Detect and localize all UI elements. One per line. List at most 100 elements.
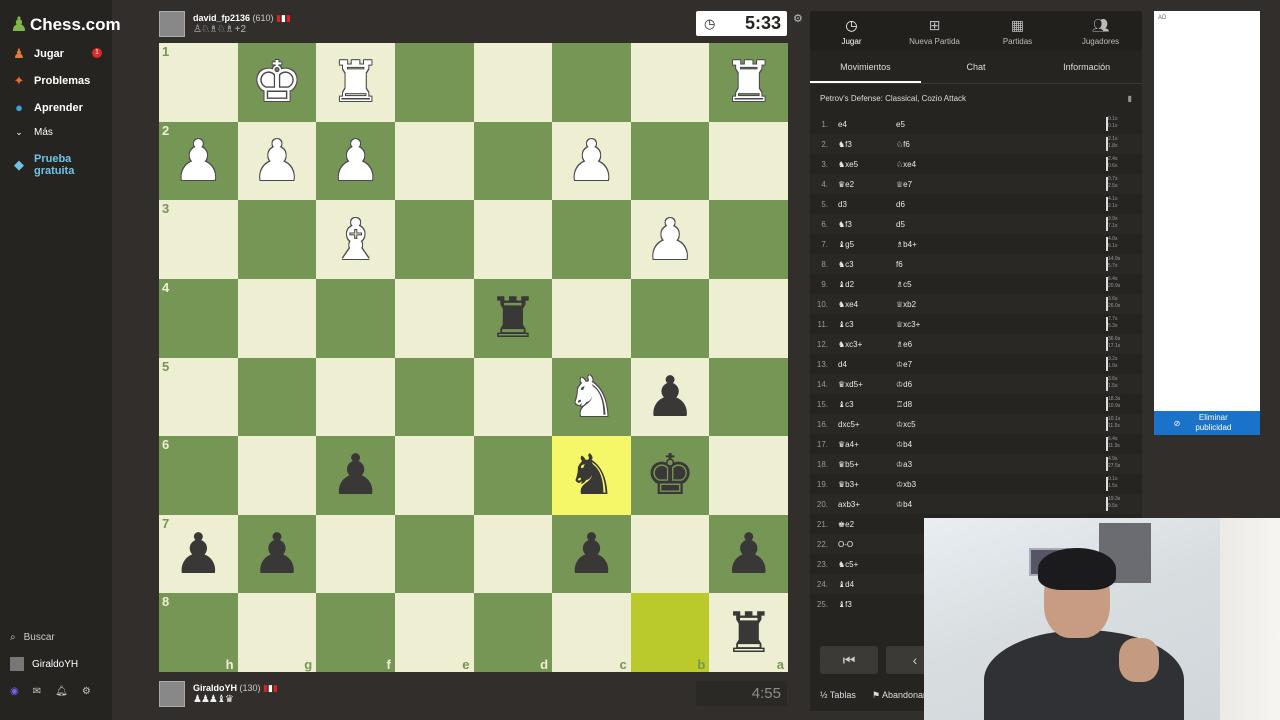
tab-players[interactable]: 👥︎ Jugadores xyxy=(1059,11,1142,51)
square-c2[interactable]: ♟ xyxy=(552,121,631,201)
remove-ads-button[interactable]: ⊘ Eliminar publicidad xyxy=(1154,411,1260,435)
ad-banner[interactable]: AD ⊘ Eliminar publicidad xyxy=(1154,11,1260,435)
square-g6[interactable] xyxy=(237,436,317,515)
black-king-piece[interactable]: ♚ xyxy=(645,447,695,503)
square-b2[interactable] xyxy=(630,121,710,201)
draw-button[interactable]: ½ Tablas xyxy=(820,690,856,700)
square-d3[interactable] xyxy=(473,200,553,279)
square-c6[interactable]: ♞ xyxy=(552,436,631,515)
square-e7[interactable] xyxy=(394,514,474,594)
white-move[interactable]: O-O xyxy=(834,540,896,549)
black-move[interactable]: f6 xyxy=(896,260,1056,269)
tab-games[interactable]: ▦ Partidas xyxy=(976,11,1059,51)
square-e5[interactable] xyxy=(394,357,474,437)
black-rook-piece[interactable]: ♜ xyxy=(488,290,538,346)
black-pawn-piece[interactable]: ♟ xyxy=(173,526,223,582)
square-h5[interactable]: 5 xyxy=(159,357,238,437)
square-f4[interactable] xyxy=(316,278,395,358)
resign-button[interactable]: ⚑ Abandonar xyxy=(872,690,926,701)
white-rook-piece[interactable]: ♜ xyxy=(724,54,774,110)
opponent-avatar[interactable] xyxy=(159,11,185,37)
black-move[interactable]: ♔a3 xyxy=(896,460,1056,469)
black-move[interactable]: ♔d6 xyxy=(896,380,1056,389)
black-move[interactable]: ♕xb2 xyxy=(896,300,1056,309)
black-move[interactable]: d5 xyxy=(896,220,1056,229)
square-h7[interactable]: 7 ♟ xyxy=(159,514,238,594)
black-move[interactable]: ♗b4+ xyxy=(896,240,1056,249)
sidebar-item-free-trial[interactable]: ◆ Prueba gratuita xyxy=(12,153,84,177)
square-c3[interactable] xyxy=(552,200,631,279)
square-h3[interactable]: 3 xyxy=(159,200,238,279)
black-pawn-piece[interactable]: ♟ xyxy=(330,447,380,503)
square-d7[interactable] xyxy=(473,514,553,594)
chess-board[interactable]: 1 ♚ ♜ ♜ 2 ♟ ♟ ♟ ♟ 3 ♝ ♟ 4 ♜ 5 ♞ ♟ 6 ♟ ♞ ♚ 7 ♟ ♟ ♟ ♟ 8 h g f e d c b a ♜ xyxy=(159,43,788,672)
gear-icon[interactable]: ⚙ xyxy=(82,686,91,697)
white-pawn-piece[interactable]: ♟ xyxy=(252,132,302,189)
square-f8[interactable]: f xyxy=(316,593,395,672)
square-c1[interactable] xyxy=(552,43,631,122)
square-d4[interactable]: ♜ xyxy=(473,278,553,358)
square-g8[interactable]: g xyxy=(237,593,317,672)
square-d1[interactable] xyxy=(473,43,553,122)
white-move[interactable]: ♛b3+ xyxy=(834,480,896,489)
square-b7[interactable] xyxy=(630,514,710,594)
player-name[interactable]: GiraldoYH xyxy=(193,683,237,693)
square-a4[interactable] xyxy=(709,278,788,358)
square-f7[interactable] xyxy=(316,514,395,594)
white-bishop-piece[interactable]: ♝ xyxy=(330,211,380,268)
square-a5[interactable] xyxy=(709,357,788,437)
black-move[interactable]: ♔b4 xyxy=(896,440,1056,449)
white-move[interactable]: ♞xe4 xyxy=(834,300,896,309)
square-e3[interactable] xyxy=(394,200,474,279)
square-e8[interactable]: e xyxy=(394,593,474,672)
opening-name[interactable]: Petrov's Defense: Classical, Cozio Attac… xyxy=(810,84,1142,114)
tab-chat[interactable]: Chat xyxy=(921,51,1032,83)
black-move[interactable]: ♗e6 xyxy=(896,340,1056,349)
sidebar-item-more[interactable]: ⌄ Más xyxy=(12,127,53,138)
square-h1[interactable]: 1 xyxy=(159,43,238,122)
black-move[interactable]: ♘xe4 xyxy=(896,160,1056,169)
square-d6[interactable] xyxy=(473,436,553,515)
white-move[interactable]: ♝c3 xyxy=(834,320,896,329)
square-b5[interactable]: ♟ xyxy=(630,357,710,437)
white-move[interactable]: e4 xyxy=(834,120,896,129)
book-icon[interactable]: ▮ xyxy=(1128,84,1132,114)
square-h6[interactable]: 6 xyxy=(159,436,238,515)
square-f6[interactable]: ♟ xyxy=(316,436,395,515)
black-pawn-piece[interactable]: ♟ xyxy=(252,526,302,582)
square-a6[interactable] xyxy=(709,436,788,515)
square-b1[interactable] xyxy=(630,43,710,122)
white-move[interactable]: ♚e2 xyxy=(834,520,896,529)
square-b4[interactable] xyxy=(630,278,710,358)
white-move[interactable]: ♞c5+ xyxy=(834,560,896,569)
white-move[interactable]: ♝d4 xyxy=(834,580,896,589)
square-h8[interactable]: 8h xyxy=(159,593,238,672)
white-move[interactable]: ♝f3 xyxy=(834,600,896,609)
black-move[interactable]: ♘f6 xyxy=(896,140,1056,149)
square-a7[interactable]: ♟ xyxy=(709,514,788,594)
black-move[interactable]: ♔xc5 xyxy=(896,420,1056,429)
user-link[interactable]: GiraldoYH xyxy=(10,657,78,671)
opponent-name[interactable]: david_fp2136 xyxy=(193,13,250,23)
square-a8[interactable]: a ♜ xyxy=(709,593,788,672)
square-d5[interactable] xyxy=(473,357,553,437)
square-d2[interactable] xyxy=(473,121,553,201)
sidebar-item-learn[interactable]: ● Aprender xyxy=(12,100,83,115)
black-move[interactable]: ♔xb3 xyxy=(896,480,1056,489)
white-pawn-piece[interactable]: ♟ xyxy=(330,132,380,189)
white-move[interactable]: d3 xyxy=(834,200,896,209)
tab-play[interactable]: ◷ Jugar xyxy=(810,11,893,51)
black-pawn-piece[interactable]: ♟ xyxy=(566,526,616,582)
black-move[interactable]: ♕e7 xyxy=(896,180,1056,189)
white-move[interactable]: ♝d2 xyxy=(834,280,896,289)
black-knight-piece[interactable]: ♞ xyxy=(566,447,616,503)
square-a1[interactable]: ♜ xyxy=(709,43,788,122)
square-a2[interactable] xyxy=(709,121,788,201)
square-e1[interactable] xyxy=(394,43,474,122)
sidebar-item-play[interactable]: ♟ Jugar xyxy=(12,46,64,62)
black-move[interactable]: ♕xc3+ xyxy=(896,320,1056,329)
square-f1[interactable]: ♜ xyxy=(316,43,395,122)
square-f5[interactable] xyxy=(316,357,395,437)
tab-moves[interactable]: Movimientos xyxy=(810,51,921,83)
white-move[interactable]: ♞f3 xyxy=(834,220,896,229)
